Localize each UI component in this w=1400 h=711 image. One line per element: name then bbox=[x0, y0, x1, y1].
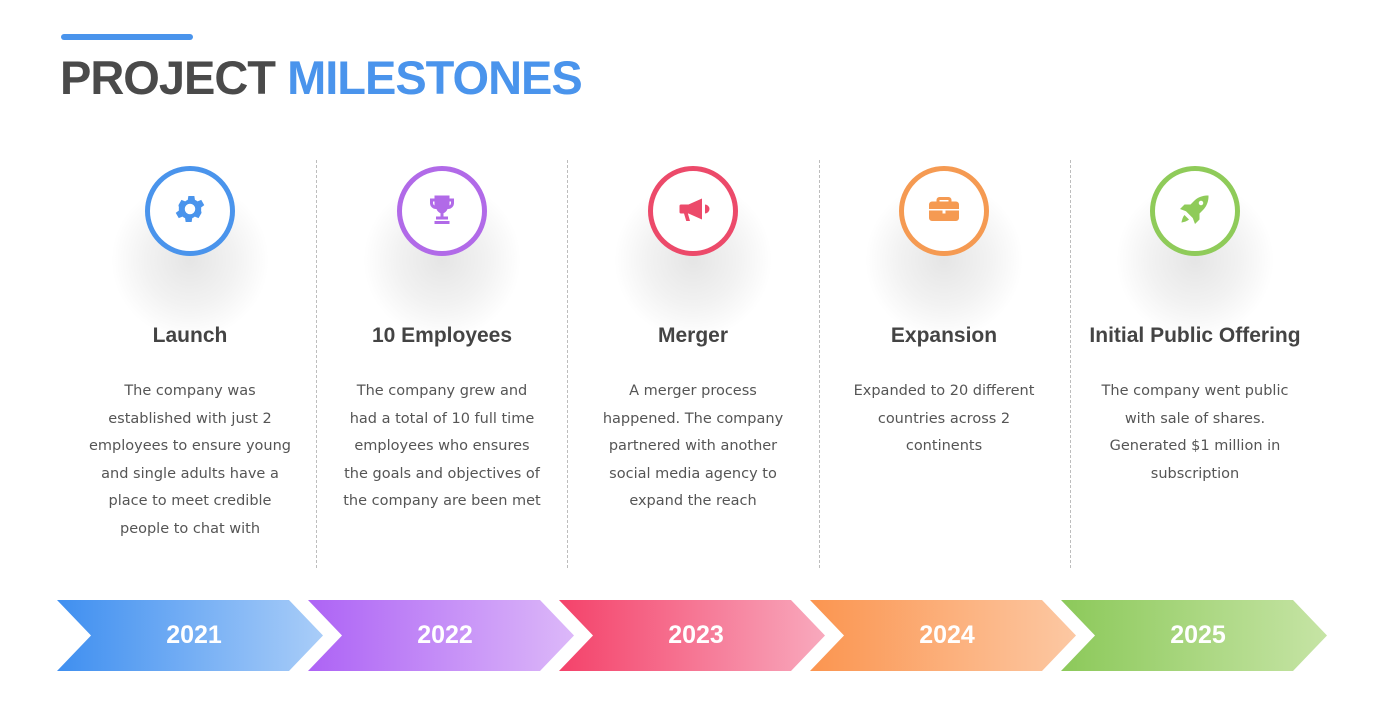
icon-circle bbox=[899, 166, 989, 256]
description-line: happened. The company bbox=[602, 410, 784, 427]
description-line: employees to ensure young bbox=[89, 438, 291, 454]
description-line: and single adults have a bbox=[101, 465, 279, 482]
year-label: 2025 bbox=[1170, 621, 1226, 649]
timeline-arrow-2022: 2022 bbox=[308, 600, 574, 671]
gear-icon bbox=[172, 191, 208, 232]
year-label: 2021 bbox=[166, 621, 222, 649]
milestone-launch: Launch The company was established with … bbox=[70, 150, 310, 570]
milestone-expansion: Expansion Expanded to 20 different count… bbox=[824, 150, 1064, 570]
page-title-part1: PROJECT bbox=[60, 51, 276, 104]
icon-circle bbox=[145, 166, 235, 256]
column-divider bbox=[1070, 160, 1071, 568]
milestone-description: The company grew and had a total of 10 f… bbox=[322, 378, 562, 516]
page-title-part2: MILESTONES bbox=[287, 51, 583, 104]
description-line: The company grew and bbox=[356, 383, 528, 399]
milestone-description: A merger process happened. The company p… bbox=[573, 378, 813, 516]
icon-circle bbox=[1150, 166, 1240, 256]
description-line: continents bbox=[905, 438, 983, 454]
milestone-title: Expansion bbox=[890, 324, 998, 347]
description-line: The company went public bbox=[1101, 383, 1289, 399]
description-line: people to chat with bbox=[119, 520, 261, 537]
trophy-icon bbox=[424, 191, 460, 232]
timeline-arrow-2021: 2021 bbox=[57, 600, 323, 671]
icon-circle bbox=[648, 166, 738, 256]
description-line: established with just 2 bbox=[108, 410, 272, 427]
milestone-initial-public-offering: Initial Public Offering The company went… bbox=[1075, 150, 1315, 570]
column-divider bbox=[819, 160, 820, 568]
description-line: place to meet credible bbox=[108, 493, 272, 509]
timeline-arrow-2023: 2023 bbox=[559, 600, 825, 671]
description-line: Generated $1 million in bbox=[1109, 438, 1281, 454]
year-label: 2024 bbox=[919, 621, 975, 649]
description-line: expand the reach bbox=[629, 493, 757, 509]
milestone-description: The company went public with sale of sha… bbox=[1075, 378, 1315, 488]
column-divider bbox=[316, 160, 317, 568]
description-line: The company was bbox=[124, 383, 256, 399]
page-title: PROJECT MILESTONES bbox=[60, 50, 583, 106]
milestone-description: The company was established with just 2 … bbox=[70, 378, 310, 543]
description-line: the company are been met bbox=[343, 493, 541, 509]
description-line: Expanded to 20 different bbox=[853, 383, 1035, 399]
year-label: 2023 bbox=[668, 621, 724, 649]
timeline-arrow-2025: 2025 bbox=[1061, 600, 1327, 671]
milestone-description: Expanded to 20 different countries acros… bbox=[824, 378, 1064, 461]
title-accent-bar bbox=[61, 34, 193, 40]
description-line: the goals and objectives of bbox=[344, 465, 540, 482]
milestone-title: Launch bbox=[152, 324, 228, 347]
timeline-arrow-2024: 2024 bbox=[810, 600, 1076, 671]
description-line: social media agency to bbox=[609, 465, 777, 482]
milestone-10-employees: 10 Employees The company grew and had a … bbox=[322, 150, 562, 570]
description-line: employees who ensures bbox=[354, 438, 530, 454]
icon-circle bbox=[397, 166, 487, 256]
milestone-title: Initial Public Offering bbox=[1089, 324, 1301, 347]
milestone-merger: Merger A merger process happened. The co… bbox=[573, 150, 813, 570]
description-line: had a total of 10 full time bbox=[349, 410, 535, 427]
column-divider bbox=[567, 160, 568, 568]
rocket-icon bbox=[1177, 191, 1213, 232]
description-line: countries across 2 bbox=[877, 410, 1011, 427]
milestone-title: 10 Employees bbox=[371, 324, 513, 347]
description-line: subscription bbox=[1150, 465, 1240, 482]
description-line: partnered with another bbox=[608, 438, 778, 454]
year-label: 2022 bbox=[417, 621, 473, 649]
description-line: A merger process bbox=[629, 383, 757, 399]
description-line: with sale of shares. bbox=[1124, 410, 1266, 427]
milestone-title: Merger bbox=[657, 324, 729, 347]
briefcase-icon bbox=[926, 191, 962, 232]
megaphone-icon bbox=[675, 191, 711, 232]
